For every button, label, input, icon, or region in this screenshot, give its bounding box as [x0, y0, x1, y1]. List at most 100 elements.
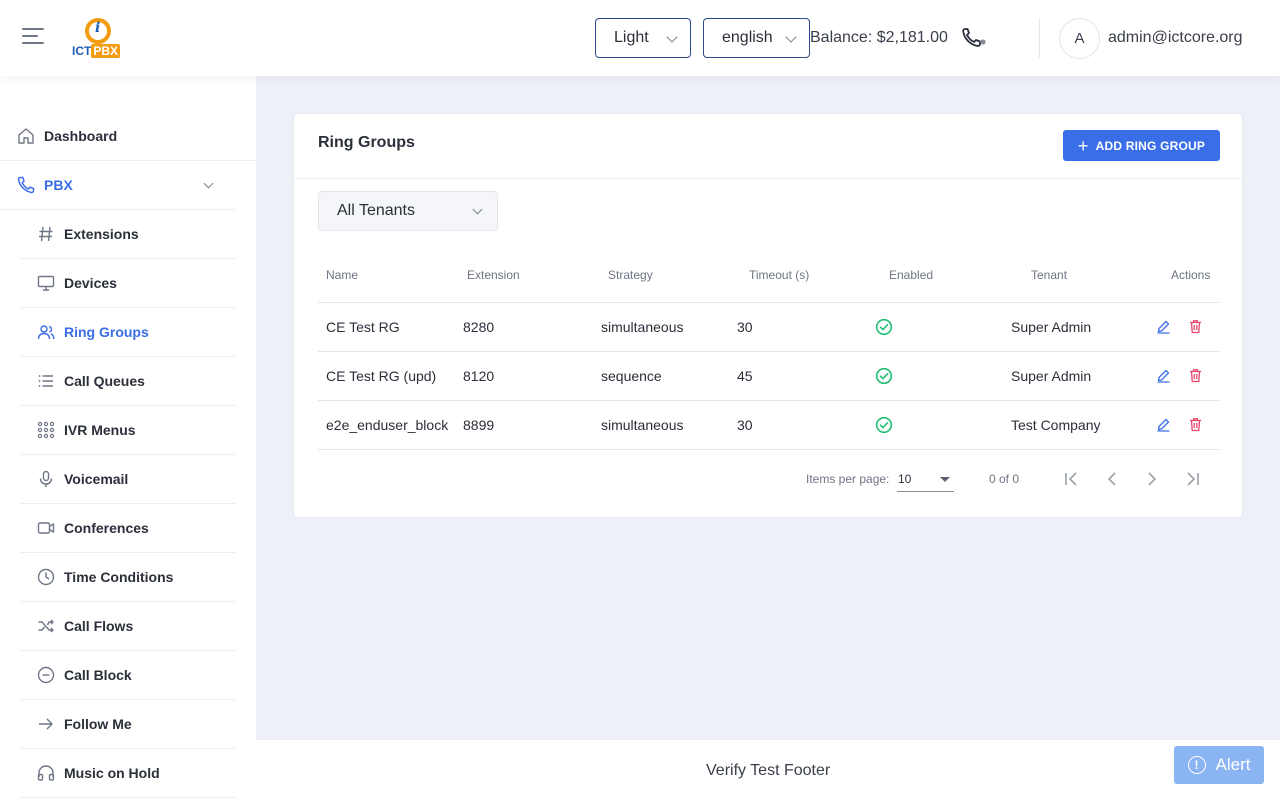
- sidebar-item-ring-groups[interactable]: Ring Groups: [20, 308, 236, 357]
- check-circle-icon: [875, 416, 893, 434]
- ring-groups-table: Name Extension Strategy Timeout (s) Enab…: [318, 252, 1220, 450]
- cell-tenant: Super Admin: [1011, 368, 1092, 384]
- add-ring-group-button[interactable]: + ADD RING GROUP: [1063, 130, 1220, 161]
- cell-strategy: simultaneous: [601, 417, 684, 433]
- next-page-icon[interactable]: [1140, 467, 1164, 491]
- tenant-filter-select[interactable]: All Tenants: [318, 191, 498, 231]
- last-page-icon[interactable]: [1180, 467, 1204, 491]
- minus-circle-icon: [36, 665, 56, 685]
- items-per-page-label: Items per page:: [806, 472, 890, 486]
- language-select[interactable]: english: [703, 18, 810, 58]
- cell-timeout: 30: [737, 319, 753, 335]
- clock-icon: [36, 567, 56, 587]
- column-header-name[interactable]: Name: [326, 268, 358, 282]
- column-header-extension[interactable]: Extension: [467, 268, 520, 282]
- alert-button-label: Alert: [1215, 755, 1251, 774]
- sidebar-item-call-flows[interactable]: Call Flows: [20, 602, 236, 651]
- phone-icon: [16, 175, 36, 195]
- sidebar-item-label: PBX: [44, 177, 73, 193]
- sidebar-item-label: Devices: [64, 275, 117, 291]
- tenant-filter-value: All Tenants: [337, 202, 415, 219]
- page-title: Ring Groups: [318, 134, 415, 151]
- page-range-label: 0 of 0: [989, 472, 1020, 486]
- cell-extension: 8899: [463, 417, 495, 433]
- alert-button[interactable]: ! Alert: [1174, 746, 1264, 784]
- sidebar-item-label: Music on Hold: [64, 765, 160, 781]
- first-page-icon[interactable]: [1060, 467, 1084, 491]
- sidebar-item-label: Call Flows: [64, 618, 134, 634]
- avatar[interactable]: A: [1059, 18, 1100, 59]
- table-row: CE Test RG (upd) 8120 sequence 45 Super …: [318, 352, 1220, 401]
- column-header-strategy[interactable]: Strategy: [608, 268, 653, 282]
- trash-icon[interactable]: [1188, 417, 1203, 432]
- footer-text: Verify Test Footer: [706, 762, 831, 779]
- edit-icon[interactable]: [1156, 319, 1171, 334]
- edit-icon[interactable]: [1156, 417, 1171, 432]
- table-header: Name Extension Strategy Timeout (s) Enab…: [318, 252, 1220, 303]
- sidebar-item-label: Time Conditions: [64, 569, 174, 585]
- home-icon: [16, 126, 36, 146]
- sidebar-item-voicemail[interactable]: Voicemail: [20, 455, 236, 504]
- cell-strategy: sequence: [601, 368, 662, 384]
- plus-icon: +: [1077, 135, 1089, 156]
- chevron-down-icon: [203, 178, 214, 189]
- table-row: CE Test RG 8280 simultaneous 30 Super Ad…: [318, 303, 1220, 352]
- theme-select-value: Light: [614, 29, 649, 46]
- previous-page-icon[interactable]: [1100, 467, 1124, 491]
- paginator: Items per page: 10 0 of 0: [294, 459, 1242, 499]
- sidebar-item-extensions[interactable]: Extensions: [20, 210, 236, 259]
- column-header-timeout[interactable]: Timeout (s): [749, 268, 809, 282]
- cell-tenant: Super Admin: [1011, 319, 1092, 335]
- sidebar-item-ivr-menus[interactable]: IVR Menus: [20, 406, 236, 455]
- table-row: e2e_enduser_block 8899 simultaneous 30 T…: [318, 401, 1220, 450]
- alert-circle-icon: !: [1187, 756, 1206, 774]
- shuffle-icon: [36, 616, 56, 636]
- phone-status-icon[interactable]: [960, 26, 988, 50]
- monitor-icon: [36, 273, 56, 293]
- ring-groups-card: Ring Groups + ADD RING GROUP All Tenants…: [293, 113, 1243, 518]
- arrow-right-icon: [36, 714, 56, 734]
- sidebar: Dashboard PBX Extensions Devices Ring Gr…: [0, 76, 256, 800]
- sidebar-item-label: Follow Me: [64, 716, 132, 732]
- header-divider: [1039, 18, 1040, 58]
- sidebar-item-pbx[interactable]: PBX: [0, 161, 236, 210]
- trash-icon[interactable]: [1188, 319, 1203, 334]
- list-icon: [36, 371, 56, 391]
- cell-strategy: simultaneous: [601, 319, 684, 335]
- sidebar-item-follow-me[interactable]: Follow Me: [20, 700, 236, 749]
- app-logo[interactable]: ICTPBX: [70, 16, 126, 60]
- sidebar-item-music-on-hold[interactable]: Music on Hold: [20, 749, 236, 798]
- user-email[interactable]: admin@ictcore.org: [1108, 29, 1243, 47]
- theme-select[interactable]: Light: [595, 18, 691, 58]
- sidebar-item-conferences[interactable]: Conferences: [20, 504, 236, 553]
- edit-icon[interactable]: [1156, 368, 1171, 383]
- sidebar-item-label: Dashboard: [44, 128, 118, 144]
- sidebar-item-devices[interactable]: Devices: [20, 259, 236, 308]
- cell-timeout: 45: [737, 368, 753, 384]
- sidebar-item-call-queues[interactable]: Call Queues: [20, 357, 236, 406]
- menu-toggle-icon[interactable]: [22, 28, 46, 48]
- cell-extension: 8120: [463, 368, 495, 384]
- cell-name: e2e_enduser_block: [326, 417, 449, 433]
- add-ring-group-label: ADD RING GROUP: [1095, 138, 1206, 153]
- sidebar-item-call-block[interactable]: Call Block: [20, 651, 236, 700]
- items-per-page-select[interactable]: 10: [897, 466, 954, 492]
- cell-name: CE Test RG: [326, 319, 400, 335]
- hash-icon: [36, 224, 56, 244]
- balance-display: Balance: $2,181.00: [810, 29, 948, 46]
- sidebar-item-label: IVR Menus: [64, 422, 136, 438]
- trash-icon[interactable]: [1188, 368, 1203, 383]
- column-header-enabled[interactable]: Enabled: [889, 268, 933, 282]
- language-select-value: english: [722, 29, 773, 46]
- sidebar-item-dashboard[interactable]: Dashboard: [0, 112, 256, 161]
- card-divider: [294, 178, 1242, 179]
- sidebar-item-label: Ring Groups: [64, 324, 149, 340]
- sidebar-item-time-conditions[interactable]: Time Conditions: [20, 553, 236, 602]
- items-per-page-value: 10: [898, 472, 912, 486]
- cell-name: CE Test RG (upd): [326, 368, 437, 384]
- check-circle-icon: [875, 318, 893, 336]
- check-circle-icon: [875, 367, 893, 385]
- chevron-down-icon: [785, 31, 797, 43]
- sidebar-item-label: Call Queues: [64, 373, 145, 389]
- column-header-tenant[interactable]: Tenant: [1031, 268, 1067, 282]
